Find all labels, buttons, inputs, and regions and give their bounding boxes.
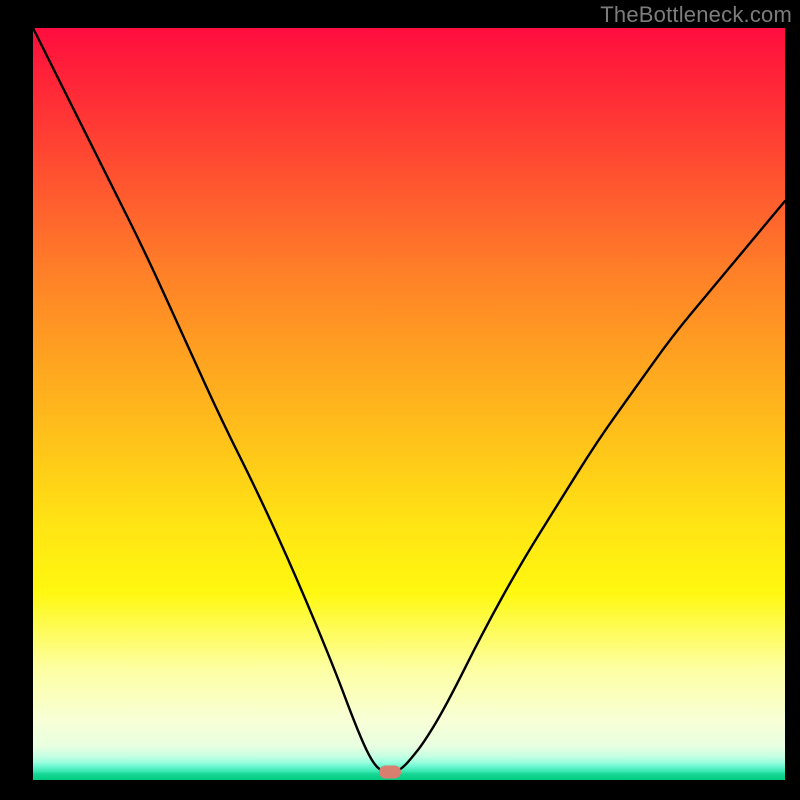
optimal-marker bbox=[379, 766, 401, 779]
plot-area bbox=[33, 28, 785, 780]
bottleneck-curve bbox=[33, 28, 785, 780]
watermark-text: TheBottleneck.com bbox=[600, 2, 792, 28]
chart-frame: TheBottleneck.com bbox=[0, 0, 800, 800]
